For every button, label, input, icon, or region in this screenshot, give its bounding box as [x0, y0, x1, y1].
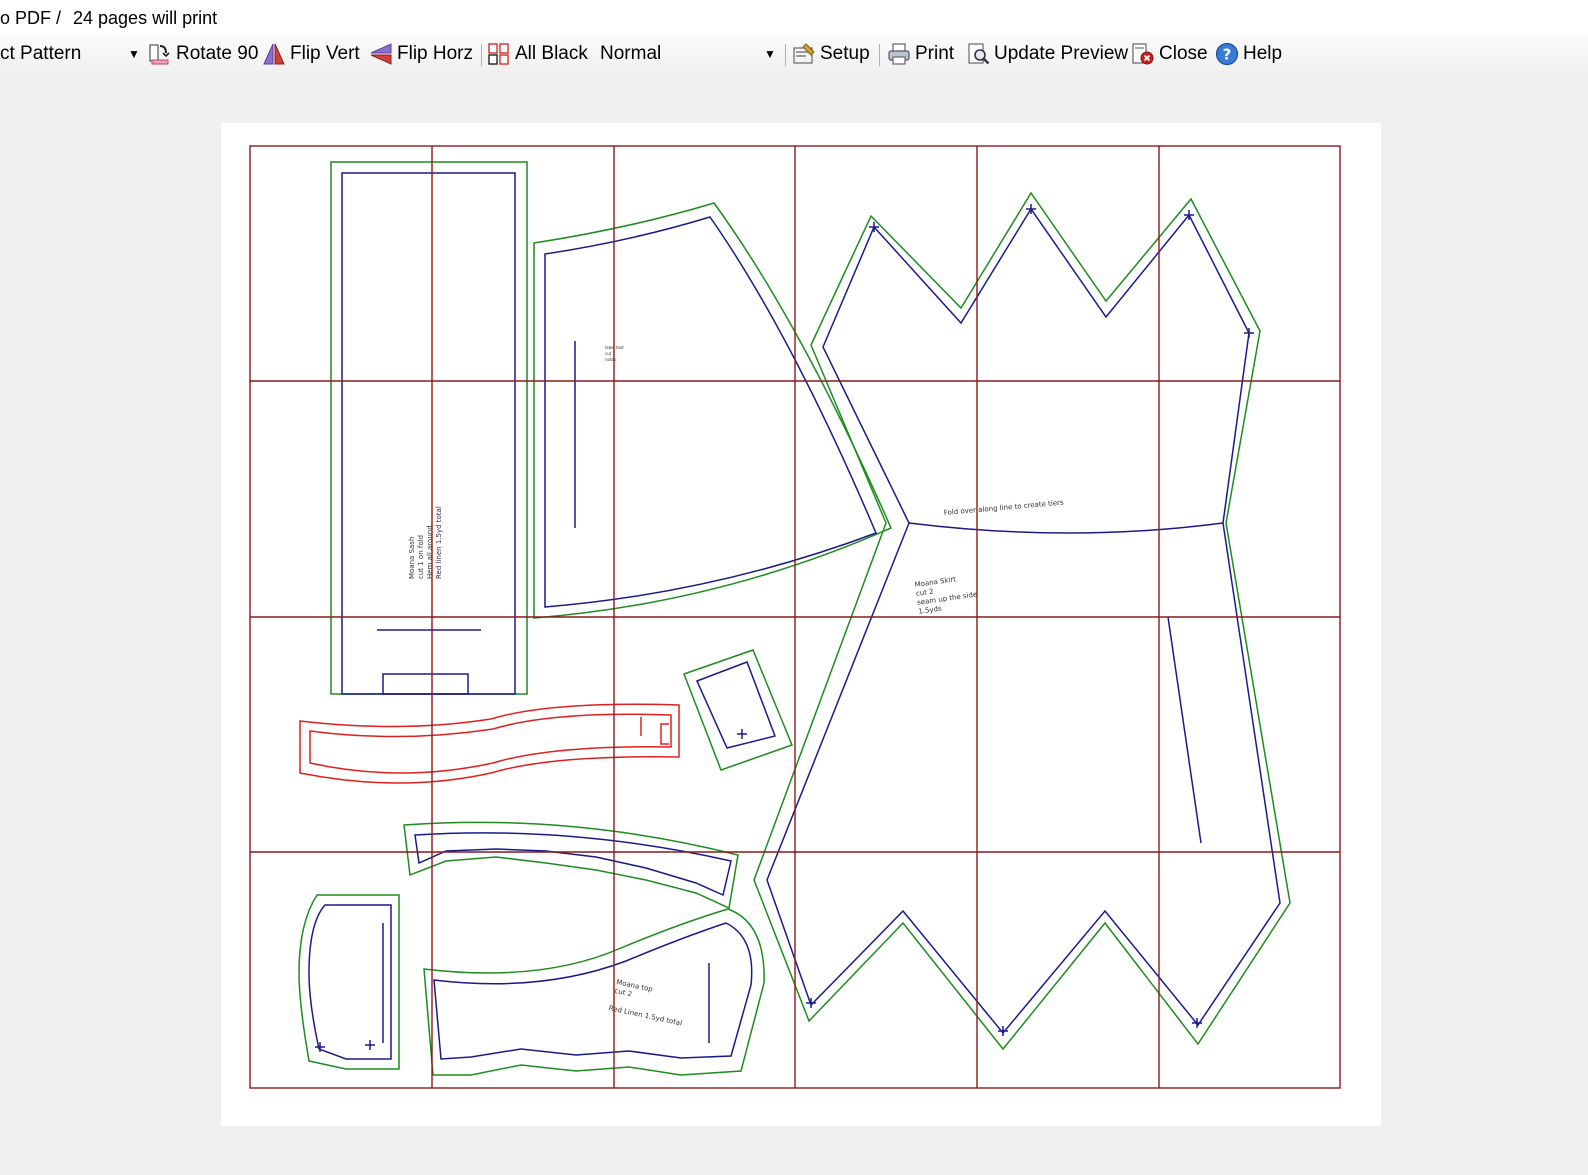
svg-text:Moana Skirt cut 2: Moana Skirt cut 2 seam up the side 1.5yd… — [914, 572, 981, 615]
svg-text:Moana Sash cut 1 on fo: Moana Sash cut 1 on fold Hem all around … — [408, 506, 443, 579]
chevron-down-icon: ▼ — [764, 47, 776, 61]
toolbar-separator — [879, 44, 880, 66]
close-button[interactable]: Close — [1131, 39, 1208, 69]
print-icon — [888, 43, 910, 65]
print-label: Print — [915, 43, 955, 64]
all-black-label: All Black — [515, 43, 588, 64]
chevron-down-icon: ▼ — [128, 47, 140, 61]
skirt-label-line: Moana Skirt — [914, 575, 957, 589]
mode-select-value: Normal — [600, 43, 662, 64]
mode-select[interactable]: Normal ▼ — [600, 39, 780, 69]
svg-text:Moana top cut 2: Moana top cut 2 Red Linen 1.5yd total — [608, 978, 688, 1028]
flip-vert-icon — [263, 43, 285, 65]
rotate-button[interactable]: Rotate 90 — [148, 39, 258, 69]
pattern-select[interactable]: ct Pattern ▼ — [0, 39, 140, 69]
pattern-select-value: ct Pattern — [0, 43, 82, 64]
close-label: Close — [1159, 43, 1208, 64]
all-black-button[interactable]: All Black — [487, 39, 588, 69]
skirt-piece[interactable]: Fold over along line to create tiers Moa… — [753, 191, 1291, 1051]
flip-vert-label: Flip Vert — [290, 43, 360, 64]
flip-horz-label: Flip Horz — [397, 43, 474, 64]
top-label-line: Red Linen 1.5yd total — [608, 1004, 683, 1027]
update-preview-label: Update Preview — [994, 43, 1129, 64]
all-black-icon — [488, 43, 509, 65]
update-preview-icon — [968, 43, 990, 65]
toolbar-separator — [481, 44, 482, 66]
close-icon — [1132, 43, 1154, 65]
sash-label-line: cut 1 on fold — [417, 535, 425, 579]
sleeve-piece[interactable] — [298, 894, 400, 1070]
small-tab-piece[interactable] — [683, 649, 793, 771]
flip-vert-button[interactable]: Flip Vert — [262, 39, 360, 69]
flip-horz-icon — [370, 43, 392, 65]
title-fragment: o PDF — [0, 8, 52, 28]
pattern-preview[interactable]: Moana Sash cut 1 on fold Hem all around … — [221, 123, 1381, 1126]
help-button[interactable]: ? Help — [1215, 39, 1282, 69]
svg-text:?: ? — [1223, 46, 1232, 64]
skirt-fold-note: Fold over along line to create tiers — [943, 499, 1064, 517]
setup-button[interactable]: Setup — [792, 39, 870, 69]
print-preview-sheet: Moana Sash cut 1 on fold Hem all around … — [221, 123, 1381, 1126]
curved-panel-piece[interactable]: label text cut 1 notes — [533, 202, 892, 619]
band-piece[interactable] — [403, 821, 739, 910]
flip-horz-button[interactable]: Flip Horz — [369, 39, 473, 69]
pages-info: 24 pages will print — [73, 8, 218, 28]
waistband-piece[interactable] — [299, 703, 680, 784]
sash-piece[interactable]: Moana Sash cut 1 on fold Hem all around … — [330, 161, 528, 695]
page-grid — [249, 145, 1341, 1089]
sash-label-line: Hem all around — [426, 525, 434, 579]
toolbar-separator — [785, 44, 786, 66]
title-bar: o PDF / 24 pages will print — [0, 0, 1588, 36]
update-preview-button[interactable]: Update Preview — [966, 39, 1128, 69]
sash-label-line: Red linen 1.5yd total — [435, 506, 443, 579]
setup-icon — [793, 43, 815, 64]
toolbar: ct Pattern ▼ Rotate 90 Flip Vert Flip Ho… — [0, 36, 1588, 72]
help-icon: ? — [1215, 42, 1239, 66]
help-label: Help — [1243, 43, 1283, 64]
title-separator: / — [56, 8, 62, 28]
print-button[interactable]: Print — [887, 39, 954, 69]
rotate-icon — [149, 44, 170, 65]
setup-label: Setup — [820, 43, 870, 64]
rotate-label: Rotate 90 — [176, 43, 259, 64]
top-piece[interactable]: Moana top cut 2 Red Linen 1.5yd total — [423, 908, 765, 1076]
sash-label-line: Moana Sash — [408, 537, 416, 579]
